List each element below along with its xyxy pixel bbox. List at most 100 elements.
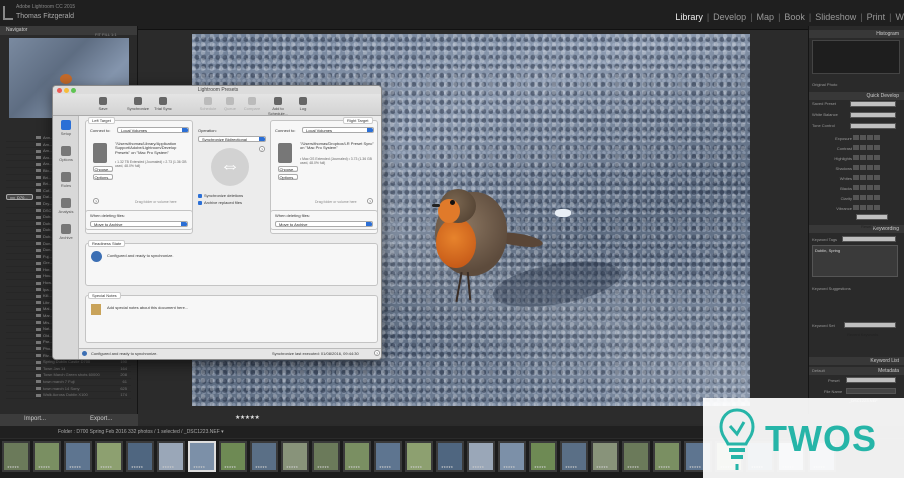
reset-all-button[interactable]: Reset All [856, 214, 888, 229]
stepper-button[interactable] [853, 185, 859, 190]
stepper-button[interactable] [867, 145, 873, 150]
sync-deletions-checkbox[interactable]: Synchronize deletions [198, 193, 243, 198]
folder-row[interactable]: Town Jan 14 164 [6, 366, 131, 373]
stepper-button[interactable] [867, 175, 873, 180]
left-connect-select[interactable]: Local Volumes [117, 127, 189, 133]
right-options-button[interactable]: Options... [278, 174, 298, 180]
folder-row[interactable]: town march 7 Fuji 61 [6, 379, 131, 386]
white-balance-select[interactable]: As Shot [850, 112, 896, 127]
filmstrip-thumbnail[interactable]: ★★★★★ [405, 441, 433, 472]
filmstrip-thumbnail[interactable]: ★★★★★ [188, 441, 216, 472]
filmstrip-thumbnail[interactable]: ★★★★★ [467, 441, 495, 472]
module-w[interactable]: W [896, 12, 904, 22]
navigator-zoom-tools[interactable]: FIT FILL 1:1 [95, 32, 117, 37]
filmstrip-thumbnail[interactable]: ★★★★★ [560, 441, 588, 472]
saved-preset-select[interactable]: Custom [850, 101, 896, 116]
filmstrip-thumbnail[interactable]: ★★★★★ [157, 441, 185, 472]
stepper-button[interactable] [867, 195, 873, 200]
zoom-icon[interactable] [71, 88, 76, 93]
right-deleting-select[interactable]: Move to Archive [275, 221, 373, 227]
filmstrip-thumbnail[interactable]: ★★★★★ [250, 441, 278, 472]
filmstrip-thumbnail[interactable]: ★★★★★ [529, 441, 557, 472]
keyword-set-select[interactable]: Recent Keywords [844, 322, 896, 337]
help-icon[interactable]: ? [259, 146, 265, 152]
original-photo-checkbox[interactable]: Original Photo [812, 82, 837, 87]
keyword-tags-select[interactable]: Enter Keywords [842, 236, 896, 251]
stepper-button[interactable] [874, 195, 880, 200]
stepper-button[interactable] [867, 135, 873, 140]
histogram-header[interactable]: Histogram [809, 30, 904, 38]
filmstrip-thumbnail[interactable]: ★★★★★ [343, 441, 371, 472]
filmstrip-thumbnail[interactable]: ★★★★★ [498, 441, 526, 472]
sidebar-item-options[interactable]: Options [53, 146, 79, 162]
stepper-button[interactable] [860, 165, 866, 170]
module-develop[interactable]: Develop [713, 12, 746, 22]
filmstrip-thumbnail[interactable]: ★★★★★ [64, 441, 92, 472]
help-icon[interactable]: ? [374, 350, 380, 356]
stepper-button[interactable] [853, 205, 859, 210]
folder-row[interactable]: Walk Across Dublin X100 174 [6, 392, 131, 399]
help-icon[interactable]: ? [367, 198, 373, 204]
filmstrip-thumbnail[interactable]: ★★★★★ [2, 441, 30, 472]
stepper-button[interactable] [867, 155, 873, 160]
module-slideshow[interactable]: Slideshow [815, 12, 856, 22]
left-choose-button[interactable]: Choose... [93, 166, 113, 172]
close-icon[interactable] [57, 88, 62, 93]
toolbar-trial-sync-button[interactable]: Trial Sync [148, 97, 178, 111]
stepper-button[interactable] [853, 165, 859, 170]
stepper-button[interactable] [860, 145, 866, 150]
filmstrip-thumbnail[interactable]: ★★★★★ [622, 441, 650, 472]
operation-select[interactable]: Synchronize Bidirectional [198, 136, 266, 142]
archive-replaced-checkbox[interactable]: Archive replaced files [198, 200, 242, 205]
stepper-button[interactable] [874, 145, 880, 150]
keyword-suggestions-label[interactable]: Keyword Suggestions [812, 286, 851, 291]
stepper-button[interactable] [867, 205, 873, 210]
auto-tone-button[interactable]: Auto Tone [850, 123, 896, 138]
keywords-textarea[interactable]: Dublin, Spring [812, 245, 898, 277]
preset-select[interactable]: None [846, 377, 896, 392]
sidebar-item-analysis[interactable]: Analysis [53, 198, 79, 214]
toolbar-save-button[interactable]: Save [88, 97, 118, 111]
filmstrip-thumbnail[interactable]: ★★★★★ [312, 441, 340, 472]
filmstrip-thumbnail[interactable]: ★★★★★ [95, 441, 123, 472]
stepper-button[interactable] [853, 175, 859, 180]
filmstrip-thumbnail[interactable]: ★★★★★ [374, 441, 402, 472]
export-button[interactable]: Export... [90, 416, 112, 422]
help-icon[interactable]: ? [93, 198, 99, 204]
right-choose-button[interactable]: Choose... [278, 166, 298, 172]
module-library[interactable]: Library [675, 12, 703, 22]
folder-row[interactable]: town march 14 Sony 625 [6, 386, 131, 393]
stepper-button[interactable] [853, 135, 859, 140]
stepper-button[interactable] [853, 145, 859, 150]
filmstrip-thumbnail[interactable]: ★★★★★ [653, 441, 681, 472]
folder-row[interactable]: Spring Dublin Castle D700 190 [6, 359, 131, 366]
stepper-button[interactable] [860, 205, 866, 210]
stepper-button[interactable] [853, 195, 859, 200]
file-name-field[interactable]: _DSC1223.NEF [846, 388, 896, 403]
stepper-button[interactable] [874, 155, 880, 160]
stepper-button[interactable] [874, 175, 880, 180]
metadata-preset-value[interactable]: Default [812, 368, 825, 373]
filmstrip-thumbnail[interactable]: ★★★★★ [281, 441, 309, 472]
toolbar-log-button[interactable]: Log [288, 97, 318, 111]
import-button[interactable]: Import... [24, 416, 46, 422]
stepper-button[interactable] [860, 175, 866, 180]
stepper-button[interactable] [860, 135, 866, 140]
stepper-button[interactable] [874, 165, 880, 170]
right-connect-select[interactable]: Local Volumes [302, 127, 374, 133]
folder-row[interactable]: D70... [6, 194, 33, 201]
stepper-button[interactable] [853, 155, 859, 160]
filmstrip-thumbnail[interactable]: ★★★★★ [436, 441, 464, 472]
left-deleting-select[interactable]: Move to Archive [90, 221, 188, 227]
sidebar-item-rules[interactable]: Rules [53, 172, 79, 188]
rating-stars[interactable]: ★★★★★ [235, 414, 260, 421]
module-map[interactable]: Map [757, 12, 775, 22]
stepper-button[interactable] [874, 205, 880, 210]
filmstrip-source[interactable]: Folder : D700 Spring Feb 2016 332 photos… [58, 429, 224, 435]
minimize-icon[interactable] [64, 88, 69, 93]
stepper-button[interactable] [860, 155, 866, 160]
module-print[interactable]: Print [867, 12, 886, 22]
keyword-list-header[interactable]: Keyword List [809, 357, 904, 365]
filmstrip-thumbnail[interactable]: ★★★★★ [591, 441, 619, 472]
filmstrip-thumbnail[interactable]: ★★★★★ [33, 441, 61, 472]
